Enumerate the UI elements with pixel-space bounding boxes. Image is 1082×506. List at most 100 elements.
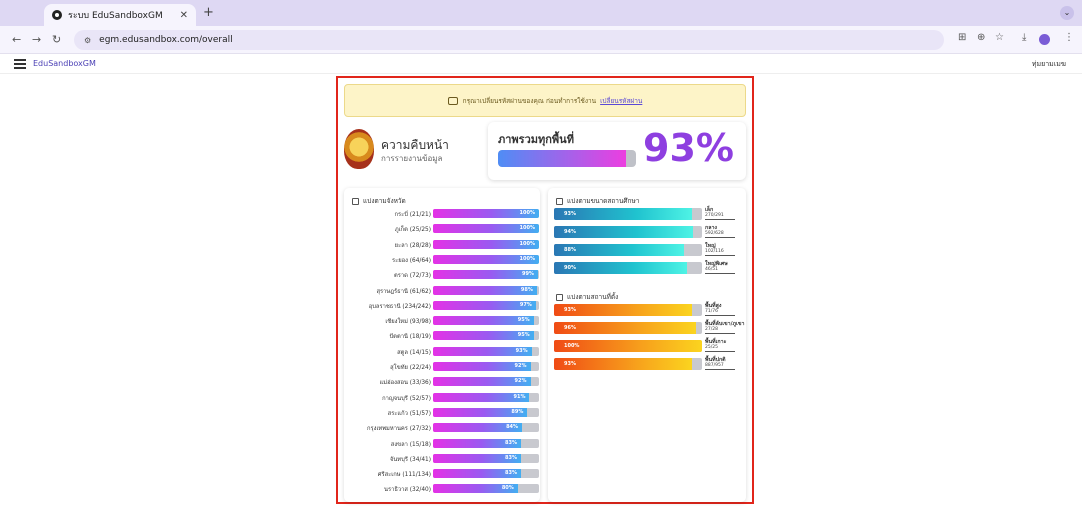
reload-icon[interactable]: ↻ xyxy=(52,33,61,46)
province-heading: แบ่งตามจังหวัด xyxy=(352,196,406,206)
province-label: ตราด (72/73) xyxy=(394,273,431,280)
province-label: ยะลา (28/28) xyxy=(394,242,431,249)
location-row: 93% พื้นที่ปกติ 887/957 xyxy=(554,356,744,372)
province-progress-fill: 84% xyxy=(433,423,523,433)
translate-icon[interactable]: ⊞ xyxy=(958,32,966,43)
zoom-icon[interactable]: ⊕ xyxy=(977,32,985,43)
emblem-logo xyxy=(344,129,374,169)
new-tab-icon[interactable]: + xyxy=(203,5,214,20)
school-size-count: 270/291 xyxy=(705,213,735,220)
brand-name[interactable]: EduSandboxGM xyxy=(33,59,96,68)
province-label: อุบลราชธานี (234/242) xyxy=(368,303,431,310)
province-label: นราธิวาส (32/40) xyxy=(384,487,431,494)
site-favicon-icon xyxy=(52,10,62,20)
location-progress-bar: 93% xyxy=(554,304,702,316)
school-size-row: 88% ใหญ่ 102/116 xyxy=(554,242,744,258)
province-progress-bar: 83% xyxy=(433,438,539,448)
forward-arrow-icon[interactable]: → xyxy=(32,33,41,46)
close-tab-icon[interactable]: ✕ xyxy=(180,10,188,21)
tab-strip: ระบบ EduSandboxGM ✕ + ⌄ xyxy=(0,0,1082,26)
address-bar[interactable]: ⚙ egm.edusandbox.com/overall xyxy=(74,30,944,50)
school-size-progress-fill: 93% xyxy=(554,208,692,220)
province-percent: 100% xyxy=(519,240,535,247)
school-size-percent: 90% xyxy=(564,265,576,271)
province-percent: 100% xyxy=(519,225,535,232)
province-progress-fill: 100% xyxy=(433,224,539,234)
progress-subtitle: การรายงานข้อมูล xyxy=(381,154,443,163)
province-progress-bar: 98% xyxy=(433,285,539,295)
location-row: 93% พื้นที่สูง 71/76 xyxy=(554,302,744,318)
province-label: กระบี่ (21/21) xyxy=(394,212,432,218)
school-size-percent: 93% xyxy=(564,211,576,217)
change-password-link[interactable]: เปลี่ยนรหัสผ่าน xyxy=(600,96,642,106)
chevron-down-icon[interactable]: ⌄ xyxy=(1060,6,1074,20)
province-row: กระบี่ (21/21) 100% xyxy=(344,208,540,220)
school-size-count: 102/116 xyxy=(705,249,735,256)
province-percent: 83% xyxy=(505,470,517,477)
bookmark-star-icon[interactable]: ☆ xyxy=(995,32,1004,43)
province-row: เชียงใหม่ (93/98) 95% xyxy=(344,315,540,327)
province-panel: แบ่งตามจังหวัด กระบี่ (21/21) 100% ภูเก็ต … xyxy=(344,188,540,502)
location-percent: 93% xyxy=(564,361,576,367)
location-count: 25/25 xyxy=(705,345,735,352)
province-progress-bar: 100% xyxy=(433,209,539,218)
tree-icon xyxy=(352,197,359,205)
overall-card: ภาพรวมทุกพื้นที่ 93% xyxy=(488,122,746,180)
province-progress-bar: 80% xyxy=(433,484,539,494)
school-size-percent: 88% xyxy=(564,247,576,253)
province-percent: 92% xyxy=(514,363,527,369)
download-icon[interactable]: ⤓ xyxy=(1022,32,1026,43)
province-progress-fill: 95% xyxy=(433,316,534,326)
location-row: 100% พื้นที่เกาะ 25/25 xyxy=(554,338,744,354)
hamburger-menu-icon[interactable] xyxy=(14,59,26,69)
location-percent: 100% xyxy=(564,343,580,349)
province-row: นราธิวาส (32/40) 80% xyxy=(344,483,540,495)
province-progress-fill: 89% xyxy=(433,407,528,417)
province-label: สตูล (14/15) xyxy=(397,349,431,356)
province-progress-fill: 100% xyxy=(433,209,539,218)
school-size-count: 592/628 xyxy=(705,231,735,238)
province-progress-fill: 83% xyxy=(433,453,521,463)
province-progress-bar: 92% xyxy=(433,362,539,371)
overall-progress-bar xyxy=(498,150,636,167)
school-size-progress-fill: 94% xyxy=(554,226,694,238)
province-label: สุราษฎร์ธานี (61/62) xyxy=(376,288,431,295)
province-progress-fill: 99% xyxy=(433,270,538,280)
province-progress-bar: 95% xyxy=(433,316,539,326)
location-progress-fill: 96% xyxy=(554,322,697,334)
building-icon xyxy=(556,197,563,205)
province-percent: 80% xyxy=(501,485,514,492)
school-size-heading-text: แบ่งตามขนาดสถานศึกษา xyxy=(567,197,640,205)
province-label: กรุงเทพมหานคร (27/32) xyxy=(366,426,431,433)
overall-label: ภาพรวมทุกพื้นที่ xyxy=(498,133,574,146)
province-heading-text: แบ่งตามจังหวัด xyxy=(363,197,406,205)
back-arrow-icon[interactable]: ← xyxy=(12,33,21,46)
province-row: สระแก้ว (51/57) 89% xyxy=(344,407,540,419)
province-row: ยะลา (28/28) 100% xyxy=(344,239,540,251)
province-percent: 100% xyxy=(519,255,535,262)
location-progress-bar: 96% xyxy=(554,322,702,334)
more-menu-icon[interactable]: ⋮ xyxy=(1064,32,1074,43)
location-count: 27/28 xyxy=(705,327,735,334)
province-label: ปัตตานี (18/19) xyxy=(389,334,432,341)
province-progress-bar: 99% xyxy=(433,270,539,280)
province-label: กาญจนบุรี (52/57) xyxy=(382,395,431,402)
browser-tab[interactable]: ระบบ EduSandboxGM ✕ xyxy=(44,4,196,26)
province-row: อุบลราชธานี (234/242) 97% xyxy=(344,300,540,312)
user-name[interactable]: ทุ่มยามเมฆ xyxy=(1032,59,1066,70)
overall-progress-fill xyxy=(498,150,627,167)
province-progress-bar: 91% xyxy=(433,392,539,402)
province-row: สตูล (14/15) 93% xyxy=(344,346,540,358)
province-progress-fill: 83% xyxy=(433,469,521,479)
province-progress-bar: 100% xyxy=(433,239,539,249)
site-info-icon[interactable]: ⚙ xyxy=(84,36,91,45)
school-size-progress-fill: 90% xyxy=(554,262,688,274)
location-heading-text: แบ่งตามสถานที่ตั้ง xyxy=(567,293,619,301)
province-percent: 93% xyxy=(515,347,528,354)
profile-avatar-icon[interactable] xyxy=(1039,34,1050,45)
province-row: ปัตตานี (18/19) 95% xyxy=(344,330,540,342)
school-size-row: 94% กลาง 592/628 xyxy=(554,224,744,240)
app-header: EduSandboxGM ทุ่มยามเมฆ xyxy=(0,54,1082,74)
province-percent: 83% xyxy=(505,439,517,446)
school-size-row: 90% ใหญ่พิเศษ 46/51 xyxy=(554,260,744,276)
